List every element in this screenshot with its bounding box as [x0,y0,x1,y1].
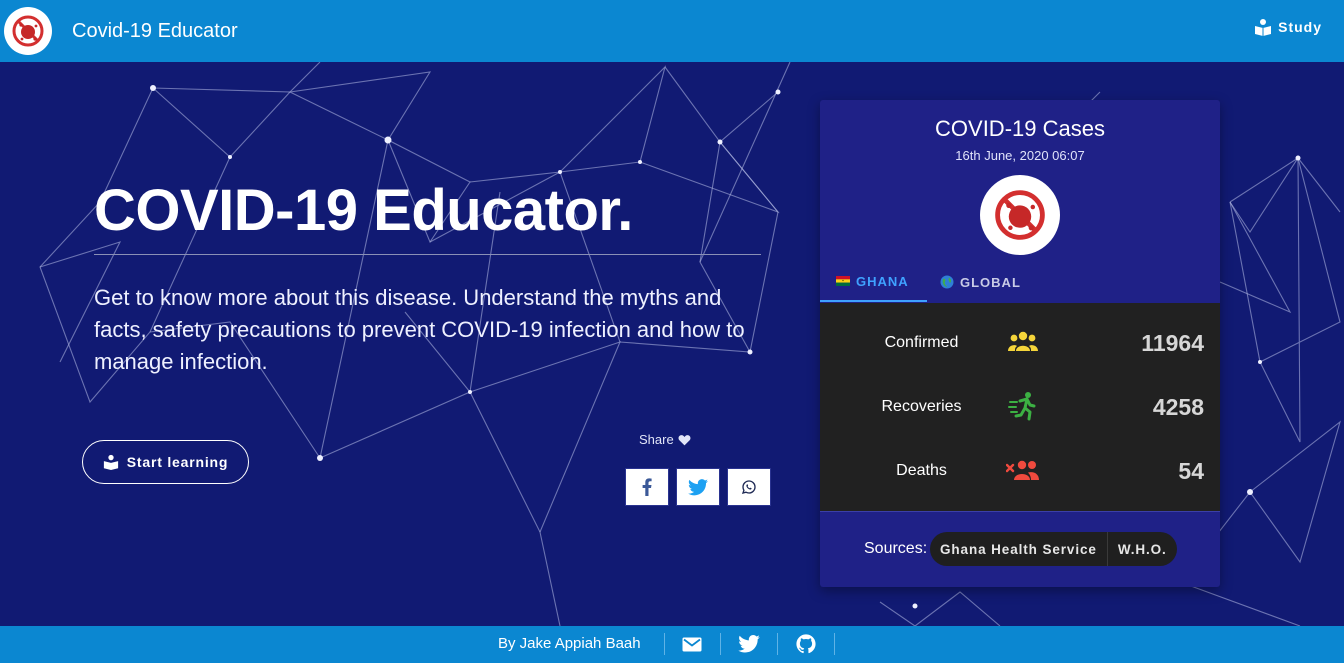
start-learning-label: Start learning [126,454,229,470]
virus-logo-icon [980,175,1060,255]
card-divider [820,511,1220,512]
tab-global-label: GLOBAL [960,274,1021,290]
stat-row-confirmed: Confirmed 11964 [820,323,1220,363]
reader-icon [1255,19,1272,36]
card-title: COVID-19 Cases [935,116,1105,141]
hero-section: COVID-19 Educator. Get to know more abou… [0,62,1344,626]
footer-divider [834,633,835,655]
tab-ghana[interactable]: GHANA [820,262,927,302]
study-label: Study [1278,19,1322,35]
stat-row-recoveries: Recoveries 4258 [820,387,1220,427]
stat-value: 54 [1178,457,1204,484]
facebook-share-button[interactable] [625,468,669,506]
covid-cases-card: COVID-19 Cases 16th June, 2020 06:07 GHA… [820,100,1220,587]
source-chip-who[interactable]: W.H.O. [1106,532,1177,566]
footer-bar: By Jake Appiah Baah [0,626,1344,663]
twitter-icon[interactable] [737,633,761,655]
sources-label: Sources: [864,540,928,557]
footer-divider [777,633,778,655]
hero-divider [94,254,761,255]
stat-row-deaths: Deaths 54 [820,451,1220,491]
people-icon [1006,327,1040,357]
whatsapp-share-button[interactable] [727,468,771,506]
stats-panel: Confirmed 11964 Recoveries 4258 Deaths 5… [820,303,1220,511]
author-credit: By Jake Appiah Baah [498,635,641,652]
twitter-share-button[interactable] [676,468,720,506]
tab-ghana-label: GHANA [856,273,909,289]
stat-label: Deaths [896,462,947,479]
running-person-icon [1006,391,1040,421]
hero-description: Get to know more about this disease. Und… [94,285,745,374]
github-icon[interactable] [794,633,818,655]
heart-icon [678,434,691,445]
mail-icon[interactable] [680,633,704,655]
stat-value: 11964 [1141,329,1204,356]
twitter-icon [688,478,708,495]
study-button[interactable]: Study [1254,18,1322,36]
app-title[interactable]: Covid-19 Educator [72,20,238,43]
facebook-icon [642,478,652,496]
card-date: 16th June, 2020 06:07 [955,148,1085,163]
people-remove-icon [1006,455,1040,485]
ghana-flag-icon [836,276,850,286]
tab-global[interactable]: GLOBAL [940,262,1050,302]
virus-logo-icon[interactable] [4,7,52,55]
top-app-bar: Covid-19 Educator Study [0,0,1344,62]
share-label: Share [639,432,691,447]
stat-label: Confirmed [884,334,959,351]
footer-divider [664,633,665,655]
hero-title: COVID-19 Educator. [94,178,633,243]
reader-icon [103,454,118,470]
sources-chip-group: Ghana Health Service W.H.O. [930,532,1177,566]
footer-divider [720,633,721,655]
whatsapp-icon [741,480,756,494]
stat-value: 4258 [1152,393,1204,420]
globe-icon [940,275,954,289]
start-learning-button[interactable]: Start learning [82,440,249,484]
share-text: Share [639,432,674,447]
stat-label: Recoveries [881,398,962,415]
source-chip-ghana-health-service[interactable]: Ghana Health Service [930,532,1107,566]
